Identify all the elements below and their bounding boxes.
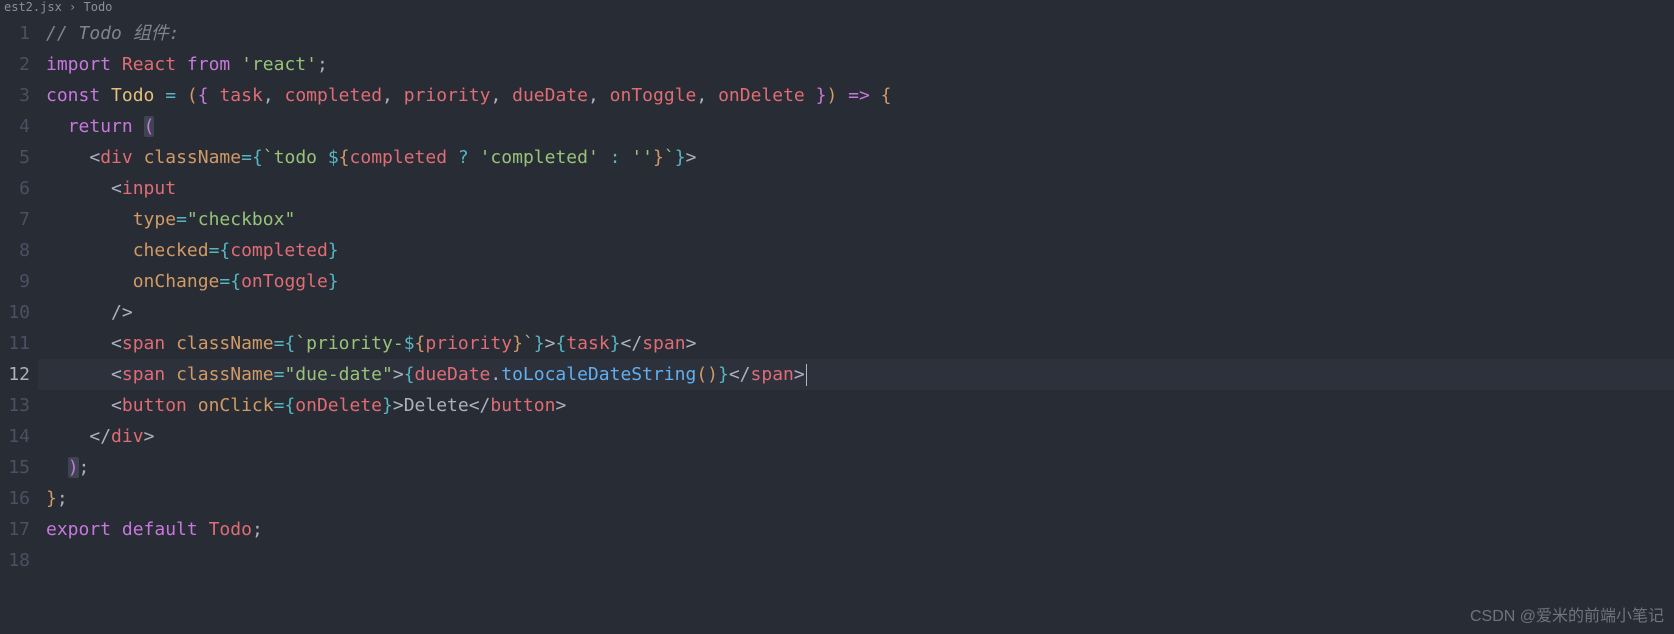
line-number[interactable]: 7 xyxy=(0,204,38,235)
watermark: CSDN @爱米的前端小笔记 xyxy=(1470,602,1664,626)
breadcrumb[interactable]: est2.jsx › Todo xyxy=(0,0,1674,14)
line-number[interactable]: 17 xyxy=(0,514,38,545)
code-line[interactable]: import React from 'react'; xyxy=(38,49,1674,80)
code-line[interactable] xyxy=(38,545,1674,576)
breadcrumb-file[interactable]: est2.jsx xyxy=(4,0,62,14)
line-number[interactable]: 16 xyxy=(0,483,38,514)
line-number[interactable]: 2 xyxy=(0,49,38,80)
code-line[interactable]: <div className={`todo ${completed ? 'com… xyxy=(38,142,1674,173)
code-editor[interactable]: 1 2 3 4 5 6 7 8 9 10 11 12 13 14 15 16 1… xyxy=(0,14,1674,632)
code-line[interactable]: <span className={`priority-${priority}`}… xyxy=(38,328,1674,359)
code-line[interactable]: checked={completed} xyxy=(38,235,1674,266)
line-number[interactable]: 9 xyxy=(0,266,38,297)
code-area[interactable]: // Todo 组件: import React from 'react'; c… xyxy=(38,14,1674,632)
breadcrumb-sep: › xyxy=(69,0,76,14)
code-line[interactable]: export default Todo; xyxy=(38,514,1674,545)
code-line[interactable]: </div> xyxy=(38,421,1674,452)
line-number[interactable]: 4 xyxy=(0,111,38,142)
code-line[interactable]: <input xyxy=(38,173,1674,204)
line-number[interactable]: 6 xyxy=(0,173,38,204)
line-number[interactable]: 8 xyxy=(0,235,38,266)
code-line[interactable]: <span className="due-date">{dueDate.toLo… xyxy=(38,359,1674,390)
line-number[interactable]: 12 xyxy=(0,359,38,390)
line-number[interactable]: 1 xyxy=(0,18,38,49)
line-gutter[interactable]: 1 2 3 4 5 6 7 8 9 10 11 12 13 14 15 16 1… xyxy=(0,14,38,632)
code-line[interactable]: }; xyxy=(38,483,1674,514)
breadcrumb-symbol[interactable]: Todo xyxy=(84,0,113,14)
line-number[interactable]: 11 xyxy=(0,328,38,359)
code-line[interactable]: const Todo = ({ task, completed, priorit… xyxy=(38,80,1674,111)
line-number[interactable]: 15 xyxy=(0,452,38,483)
code-line[interactable]: type="checkbox" xyxy=(38,204,1674,235)
line-number[interactable]: 18 xyxy=(0,545,38,576)
line-number[interactable]: 14 xyxy=(0,421,38,452)
line-number[interactable]: 3 xyxy=(0,80,38,111)
code-line[interactable]: ); xyxy=(38,452,1674,483)
code-line[interactable]: <button onClick={onDelete}>Delete</butto… xyxy=(38,390,1674,421)
line-number[interactable]: 10 xyxy=(0,297,38,328)
code-line[interactable]: return ( xyxy=(38,111,1674,142)
line-number[interactable]: 5 xyxy=(0,142,38,173)
code-line[interactable]: // Todo 组件: xyxy=(38,18,1674,49)
code-line[interactable]: /> xyxy=(38,297,1674,328)
text-cursor xyxy=(806,364,807,386)
code-line[interactable]: onChange={onToggle} xyxy=(38,266,1674,297)
line-number[interactable]: 13 xyxy=(0,390,38,421)
